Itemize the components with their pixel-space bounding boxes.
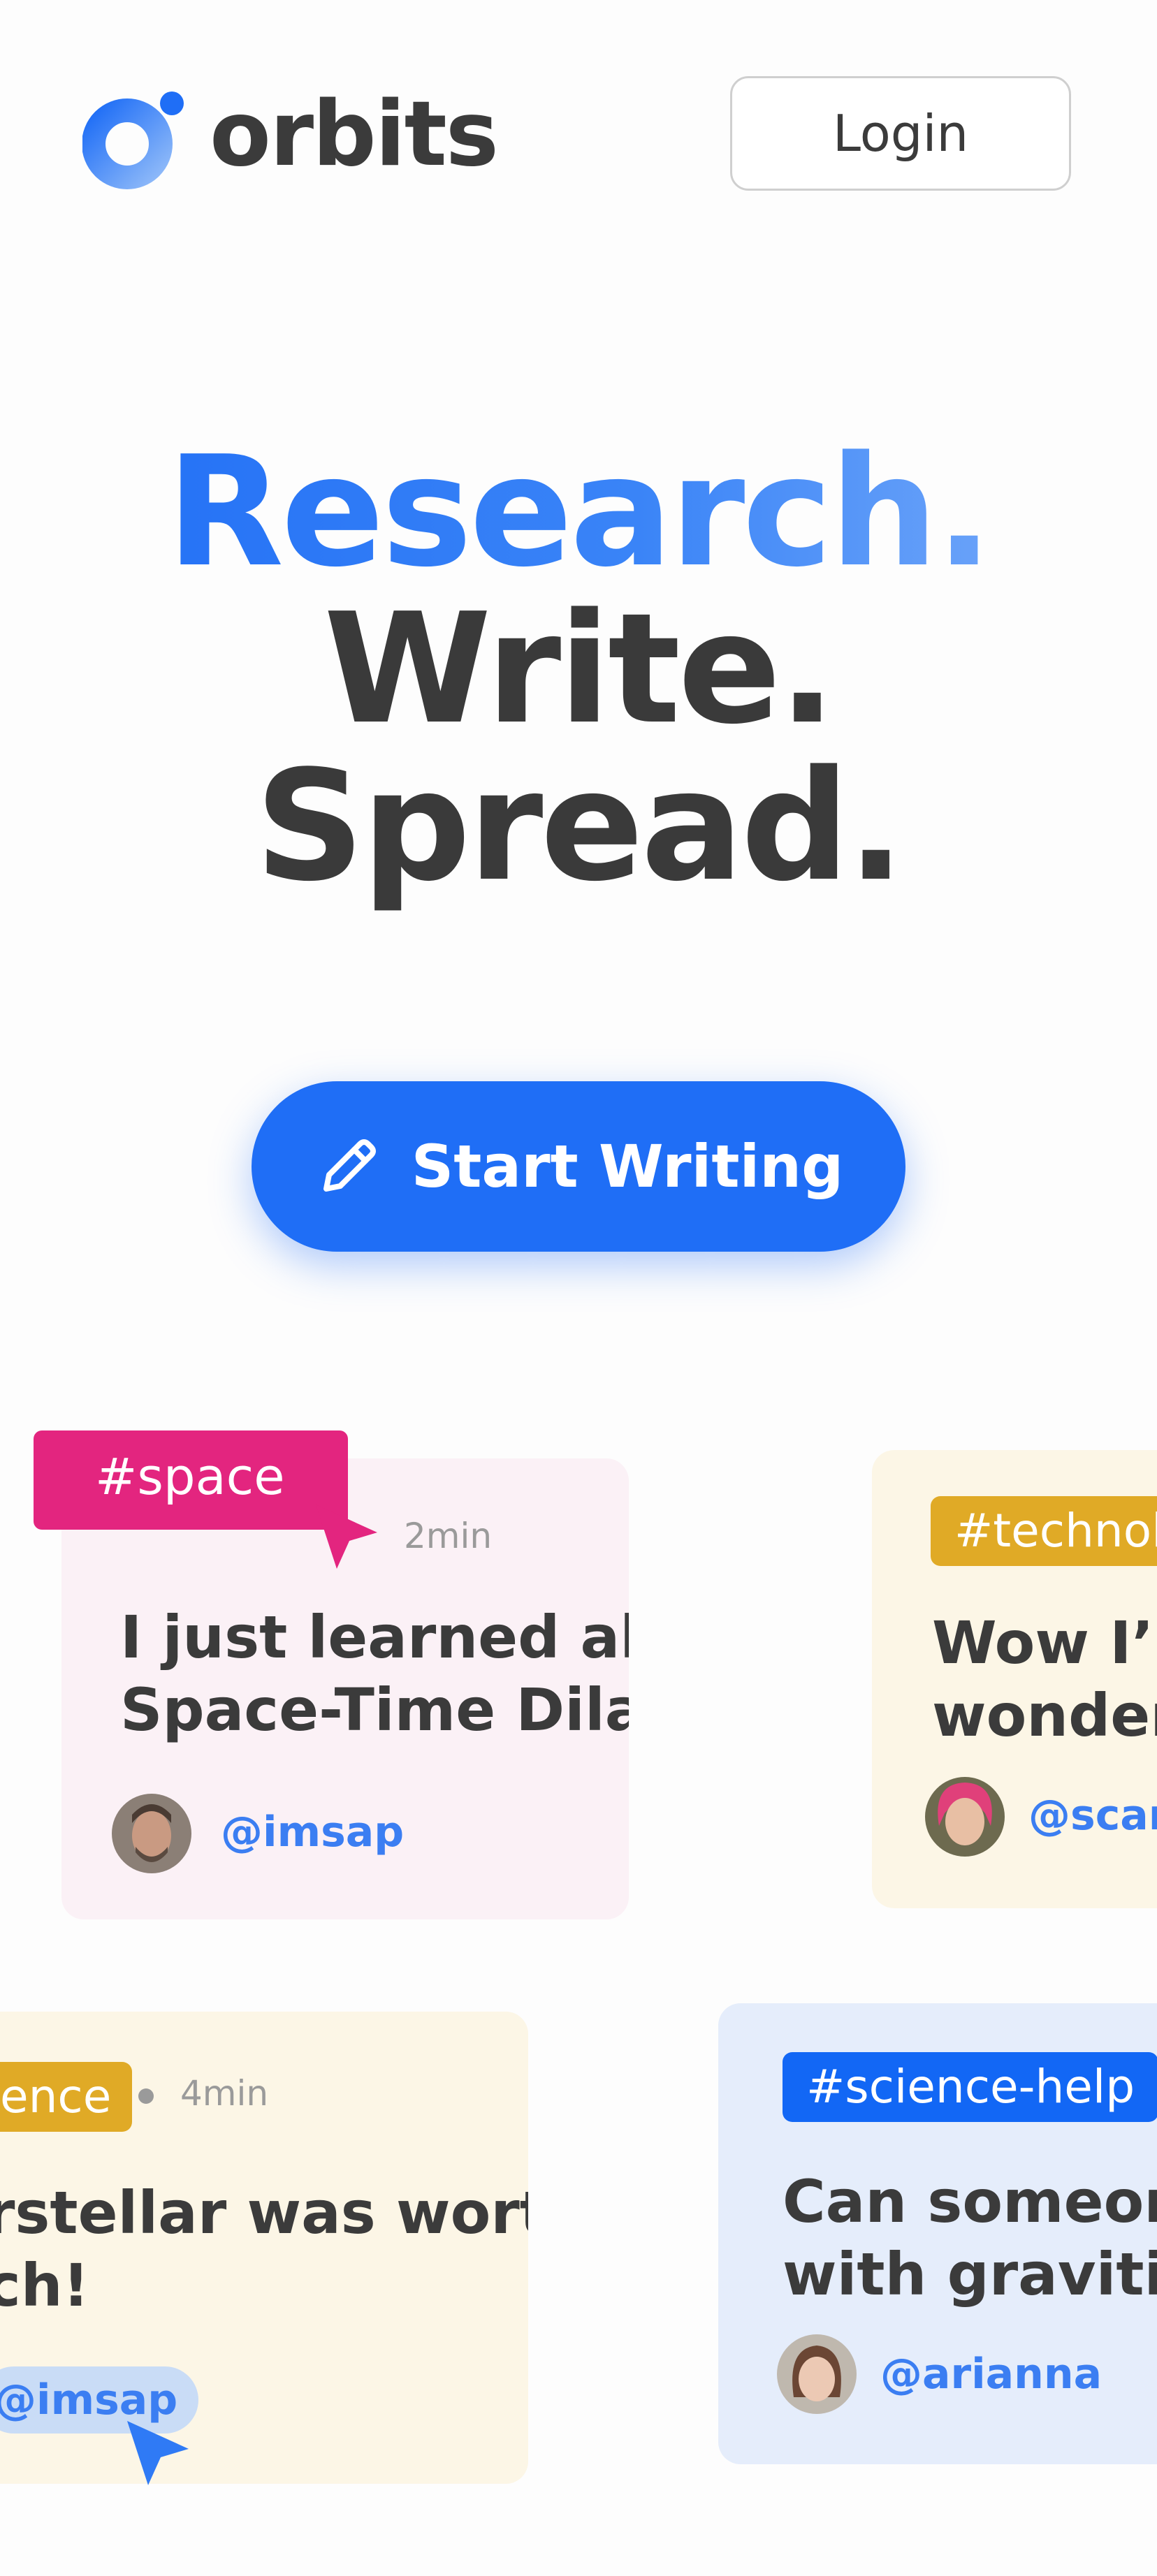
avatar[interactable]: [925, 1777, 1005, 1857]
post-card-technology[interactable]: #technolo Wow I’r wonder @scar: [872, 1450, 1157, 1908]
tag-space[interactable]: #space: [34, 1430, 348, 1530]
start-writing-button[interactable]: Start Writing: [252, 1081, 905, 1252]
post-title-line1: Wow I’r: [932, 1609, 1157, 1677]
tag-science-help[interactable]: #science-help: [783, 2052, 1157, 2122]
separator-dot: [138, 2088, 154, 2104]
author-handle[interactable]: @scar: [1028, 1791, 1157, 1840]
read-time: 2min: [404, 1516, 493, 1556]
post-card-science[interactable]: ence 4min rstellar was worth a ch! @imsa…: [0, 2012, 528, 2484]
read-time: 4min: [180, 2073, 269, 2114]
post-title-line2: wonder: [932, 1681, 1157, 1750]
tag-technology[interactable]: #technolo: [931, 1496, 1157, 1566]
start-writing-label: Start Writing: [411, 1132, 844, 1201]
cursor-pointer-icon: [313, 1502, 383, 1579]
post-title-line2: with gravitit: [783, 2240, 1157, 2308]
brand-name[interactable]: orbits: [210, 82, 499, 187]
post-title-line1: I just learned about: [120, 1603, 629, 1671]
hero-line-write: Write.: [323, 581, 836, 758]
author-handle[interactable]: @imsap: [221, 1808, 404, 1857]
avatar[interactable]: [112, 1794, 191, 1873]
author-handle[interactable]: @arianna: [880, 2350, 1102, 2399]
post-card-science-help[interactable]: #science-help Can someon with gravitit @…: [718, 2003, 1157, 2464]
pencil-icon: [314, 1132, 384, 1201]
login-button[interactable]: Login: [730, 76, 1071, 191]
tag-science[interactable]: ence: [0, 2062, 133, 2132]
hero-line-spread: Spread.: [254, 738, 905, 915]
cursor-pointer-icon: [124, 2418, 194, 2495]
post-title-line1: Can someon: [783, 2167, 1157, 2236]
hero-line-research: Research.: [0, 433, 1157, 592]
post-title-line2: ch!: [0, 2251, 89, 2320]
avatar[interactable]: [777, 2334, 857, 2414]
orbits-logo-icon[interactable]: [82, 89, 184, 191]
post-title-line1: rstellar was worth a: [0, 2179, 528, 2247]
post-title-line2: Space-Time Dilation!: [120, 1676, 629, 1744]
